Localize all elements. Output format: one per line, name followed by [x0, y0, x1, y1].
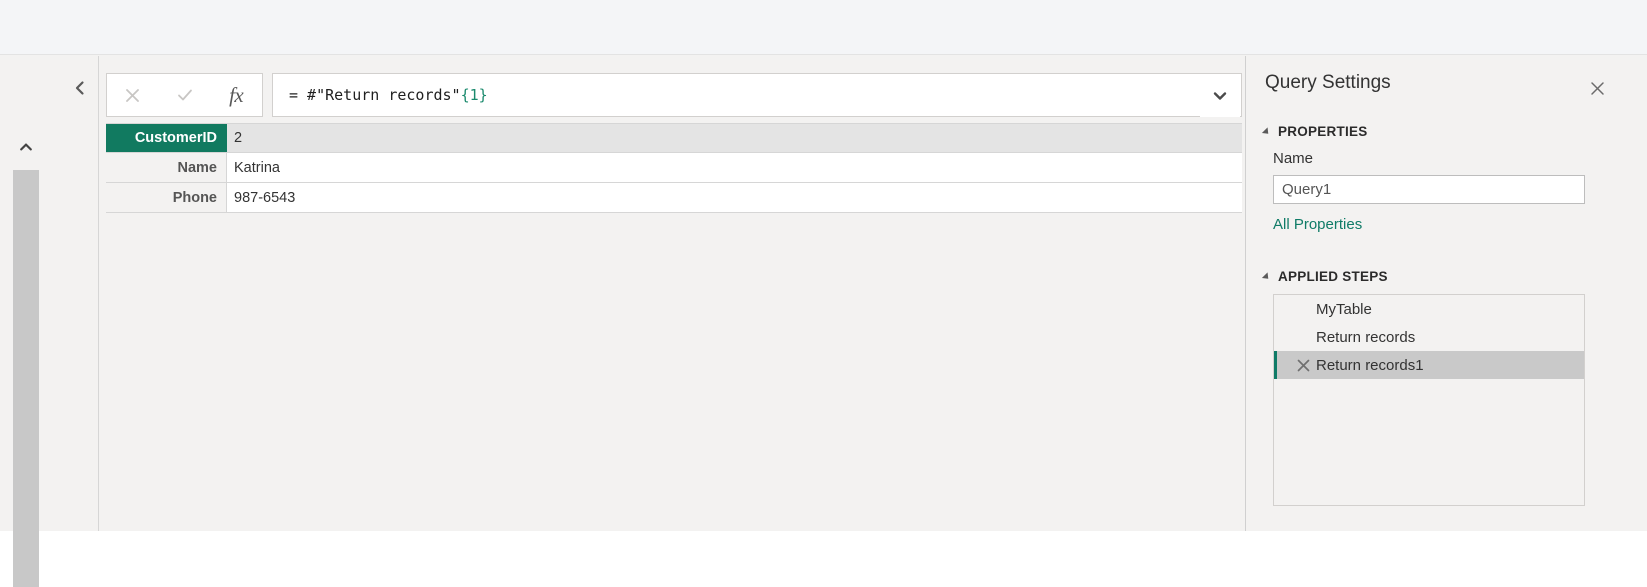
applied-steps-section-label: APPLIED STEPS: [1278, 269, 1388, 284]
close-icon[interactable]: [107, 74, 159, 116]
name-label: Name: [1273, 150, 1314, 167]
table-row[interactable]: Phone 987-6543: [106, 183, 1242, 213]
record-field-value[interactable]: 987-6543: [227, 183, 1242, 212]
step-label: MyTable: [1316, 300, 1372, 318]
chevron-down-icon[interactable]: [1200, 75, 1240, 117]
properties-section-label: PROPERTIES: [1278, 124, 1368, 139]
chevron-up-icon[interactable]: [13, 126, 39, 168]
close-icon[interactable]: [1582, 73, 1612, 103]
check-icon[interactable]: [159, 74, 211, 116]
step-label: Return records: [1316, 328, 1416, 346]
power-query-editor: fx = #"Return records"{1} CustomerID 2 N…: [0, 0, 1647, 587]
formula-text: = #"Return records"{1}: [289, 74, 488, 116]
triangle-collapse-icon: [1261, 126, 1272, 137]
record-field-name: Name: [106, 153, 227, 182]
record-field-name: CustomerID: [106, 124, 227, 152]
scrollbar-thumb[interactable]: [13, 170, 39, 587]
chevron-left-icon[interactable]: [66, 74, 94, 102]
formula-index: {1}: [460, 86, 488, 104]
record-field-value[interactable]: 2: [227, 124, 1242, 152]
table-row[interactable]: CustomerID 2: [106, 123, 1242, 153]
list-item[interactable]: Return records: [1274, 323, 1584, 351]
formula-bar-buttons: fx: [106, 73, 263, 117]
all-properties-link[interactable]: All Properties: [1273, 216, 1362, 233]
applied-steps-section-header[interactable]: APPLIED STEPS: [1261, 269, 1388, 284]
delete-step-icon[interactable]: [1292, 358, 1314, 373]
triangle-collapse-icon: [1261, 271, 1272, 282]
record-preview-grid: CustomerID 2 Name Katrina Phone 987-6543: [106, 123, 1242, 213]
record-field-name: Phone: [106, 183, 227, 212]
record-field-value[interactable]: Katrina: [227, 153, 1242, 182]
query-name-input[interactable]: Query1: [1273, 175, 1585, 204]
formula-input[interactable]: = #"Return records"{1}: [272, 73, 1242, 117]
list-item[interactable]: MyTable: [1274, 295, 1584, 323]
applied-steps-list: MyTable Return records Return records1: [1273, 294, 1585, 506]
formula-bar: fx = #"Return records"{1}: [106, 73, 1242, 117]
properties-section-header[interactable]: PROPERTIES: [1261, 124, 1368, 139]
fx-icon[interactable]: fx: [210, 74, 262, 116]
queries-rail: [0, 56, 99, 587]
query-settings-header: Query Settings: [1249, 56, 1647, 114]
formula-expression: = #"Return records": [289, 86, 461, 104]
table-row[interactable]: Name Katrina: [106, 153, 1242, 183]
query-settings-pane: Query Settings PROPERTIES Name Query1 Al…: [1249, 56, 1647, 531]
page-title: Query Settings: [1265, 72, 1391, 93]
list-item[interactable]: Return records1: [1274, 351, 1584, 379]
ribbon-strip: [0, 0, 1647, 55]
step-label: Return records1: [1316, 356, 1424, 374]
